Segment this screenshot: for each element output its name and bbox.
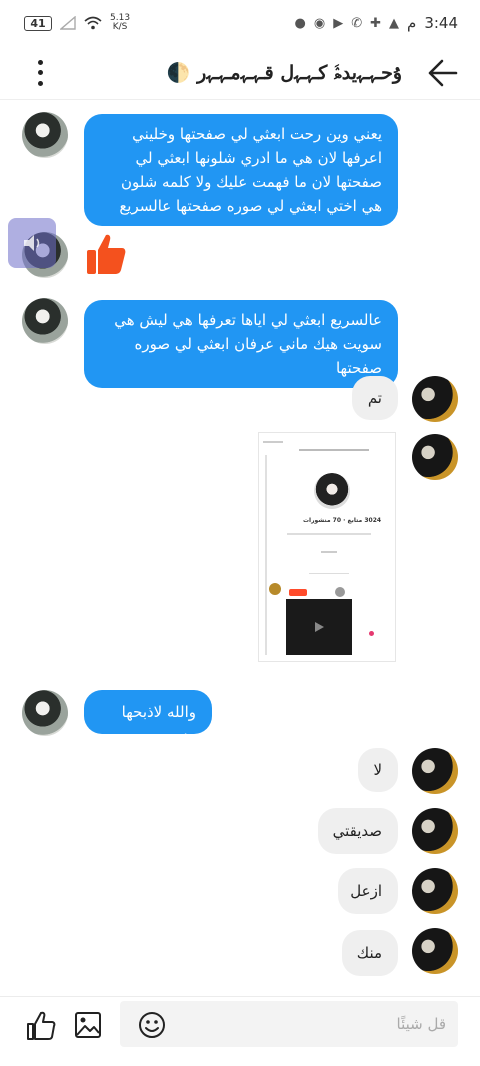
avatar[interactable] <box>412 808 458 854</box>
speaker-icon <box>24 235 40 251</box>
battery-level: 41 <box>30 16 46 30</box>
avatar[interactable] <box>412 376 458 422</box>
avatar[interactable] <box>412 434 458 480</box>
message-bubble-outgoing[interactable]: تم <box>352 376 398 420</box>
message-bubble-outgoing[interactable]: صديقتي <box>318 808 398 854</box>
message-bubble-incoming[interactable]: يعني وين رحت ابعثي لي صفحتها وخليني اعرف… <box>84 114 398 226</box>
shot-avatar-small <box>335 587 345 597</box>
message-bubble-incoming[interactable]: والله لاذبحها هلق <box>84 690 212 749</box>
avatar[interactable] <box>22 298 68 344</box>
shot-divider <box>265 455 267 655</box>
message-bubble-outgoing[interactable]: منك <box>342 930 398 976</box>
more-options-icon[interactable] <box>28 58 52 88</box>
back-arrow-icon[interactable] <box>426 56 460 90</box>
battery-icon: 41 <box>24 15 52 31</box>
shot-red-button <box>289 589 307 596</box>
avatar[interactable] <box>22 690 68 736</box>
chat-title: ۇحـﮩـﮩيدۿَ كـﮩـﮩل قـﮩـﮩمـﮩـﮩر 🌓 <box>166 62 402 84</box>
like-icon[interactable] <box>26 1011 56 1041</box>
shot-stats: 3024 متابع · 70 منشورات <box>303 517 382 524</box>
signal-icon <box>60 16 76 30</box>
clock: 3:44 <box>424 14 458 32</box>
avatar[interactable] <box>412 928 458 974</box>
shot-dot <box>369 631 374 636</box>
messenger-icon: ◉ <box>313 15 326 31</box>
message-composer <box>0 996 480 1066</box>
avatar[interactable] <box>22 112 68 158</box>
shared-screenshot-image[interactable]: 3024 متابع · 70 منشورات <box>258 432 396 662</box>
dot-icon: ● <box>294 15 306 31</box>
shot-status <box>263 441 283 443</box>
notification-icon: ▲ <box>389 15 400 31</box>
avatar[interactable] <box>412 868 458 914</box>
emoji-icon[interactable] <box>138 1011 166 1039</box>
message-bubble-outgoing[interactable]: ازعل <box>338 868 398 914</box>
thumbs-up-icon[interactable] <box>84 232 128 276</box>
shot-profile-photo <box>314 473 350 509</box>
whatsapp-icon: ✆ <box>351 15 363 31</box>
gallery-icon[interactable] <box>74 1011 102 1039</box>
avatar[interactable] <box>412 748 458 794</box>
shot-bio <box>287 533 371 535</box>
shot-avatar <box>269 583 281 595</box>
am-pm: م <box>407 14 417 32</box>
message-bubble-outgoing[interactable]: لا <box>358 748 398 792</box>
status-bar: 41 5.13 K/S ● ◉ ▶ ✆ ✚ ▲ م 3:44 <box>0 0 480 46</box>
play-icon <box>315 622 324 632</box>
floating-audio-widget[interactable] <box>8 218 56 268</box>
person-add-icon: ✚ <box>370 15 382 31</box>
shot-title <box>299 449 369 451</box>
network-speed-unit: K/S <box>112 22 128 32</box>
youtube-icon: ▶ <box>333 15 344 31</box>
wifi-icon <box>84 16 102 30</box>
network-speed: 5.13 K/S <box>110 14 130 32</box>
shot-separator <box>309 573 349 574</box>
message-bubble-incoming[interactable]: عالسريع ابعثي لي اياها تعرفها هي ليش هي … <box>84 300 398 388</box>
shot-link <box>321 551 337 553</box>
message-input[interactable] <box>176 1001 446 1047</box>
chat-header: ۇحـﮩـﮩيدۿَ كـﮩـﮩل قـﮩـﮩمـﮩـﮩر 🌓 <box>0 46 480 100</box>
status-left: 41 5.13 K/S <box>24 14 130 32</box>
shot-video <box>286 599 352 655</box>
message-input-wrapper <box>120 1001 458 1047</box>
status-right: ● ◉ ▶ ✆ ✚ ▲ م 3:44 <box>295 14 458 32</box>
